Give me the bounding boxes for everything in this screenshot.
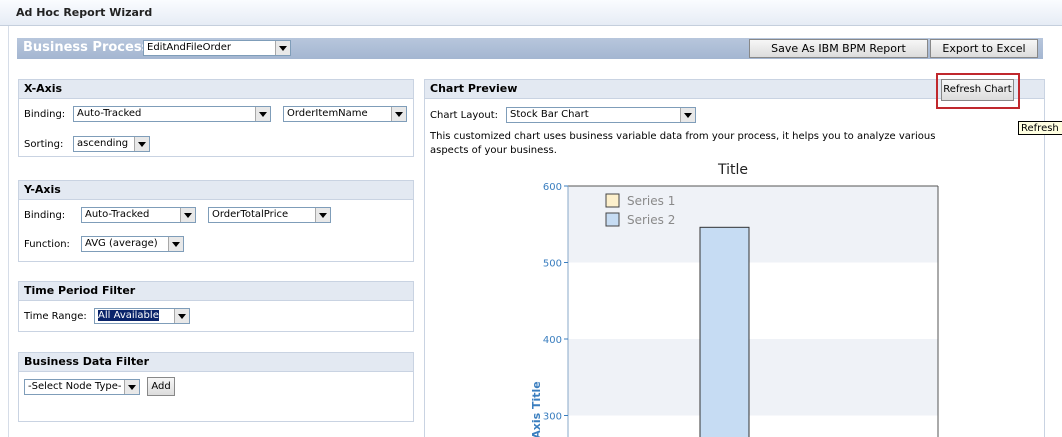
time-range-value: All Available — [98, 310, 159, 321]
export-to-excel-button[interactable]: Export to Excel — [930, 39, 1038, 58]
business-process-select[interactable]: EditAndFileOrder — [143, 40, 291, 56]
chart-description-line1: This customized chart uses business vari… — [430, 131, 936, 142]
chart-legend-swatch — [605, 193, 620, 208]
chart-grid-band — [568, 339, 938, 416]
chart-y-tick-label: 500 — [543, 259, 562, 270]
window-title: Ad Hoc Report Wizard — [16, 6, 153, 19]
add-filter-button[interactable]: Add — [147, 377, 175, 396]
time-range-select[interactable]: All Available — [94, 308, 190, 324]
chevron-down-icon[interactable] — [168, 237, 183, 251]
chart-y-tick-label: 600 — [543, 182, 562, 193]
window-titlebar: Ad Hoc Report Wizard — [0, 0, 1062, 26]
time-range-label: Time Range: — [24, 311, 87, 322]
chevron-down-icon[interactable] — [275, 41, 290, 55]
chart-bar — [699, 226, 750, 437]
chevron-down-icon[interactable] — [124, 380, 139, 394]
chart-y-tick-label: 300 — [543, 412, 562, 423]
x-sorting-label: Sorting: — [24, 139, 64, 150]
chart-y-tick-label: 400 — [543, 335, 562, 346]
y-function-select[interactable]: AVG (average) — [81, 236, 184, 252]
save-as-report-button[interactable]: Save As IBM BPM Report — [749, 39, 928, 58]
x-sorting-select[interactable]: ascending — [73, 136, 150, 152]
chart-title: Title — [717, 162, 748, 178]
x-binding-label: Binding: — [24, 109, 66, 120]
chevron-down-icon[interactable] — [680, 108, 695, 122]
chart-layout-select[interactable]: Stock Bar Chart — [506, 107, 696, 123]
business-data-filter-header: Business Data Filter — [19, 353, 413, 372]
y-binding-label: Binding: — [24, 210, 66, 221]
x-field-value: OrderItemName — [287, 108, 368, 119]
x-sorting-value: ascending — [77, 138, 129, 149]
x-field-select[interactable]: OrderItemName — [283, 106, 407, 122]
y-field-value: OrderTotalPrice — [212, 209, 289, 220]
chart-layout-value: Stock Bar Chart — [510, 109, 589, 120]
chart-layout-label: Chart Layout: — [430, 110, 499, 121]
chevron-down-icon[interactable] — [255, 107, 270, 121]
chevron-down-icon[interactable] — [391, 107, 406, 121]
chart-legend-label: Series 2 — [627, 213, 675, 227]
y-function-value: AVG (average) — [85, 238, 158, 249]
x-axis-header: X-Axis — [19, 80, 413, 99]
ad-hoc-report-window: Ad Hoc Report Wizard Business Process Ed… — [0, 0, 1062, 437]
y-binding-select[interactable]: Auto-Tracked — [81, 207, 196, 223]
y-binding-value: Auto-Tracked — [85, 209, 150, 220]
x-binding-value: Auto-Tracked — [77, 108, 142, 119]
chart-legend-label: Series 1 — [627, 194, 675, 208]
chart-description-line2: aspects of your business. — [430, 145, 557, 156]
time-period-header: Time Period Filter — [19, 282, 413, 301]
refresh-highlight-frame — [936, 73, 1020, 109]
y-function-label: Function: — [24, 239, 70, 250]
chevron-down-icon[interactable] — [315, 208, 330, 222]
chevron-down-icon[interactable] — [134, 137, 149, 151]
chart-grid-band — [568, 186, 938, 263]
chart-preview-svg: 600 500 400 300 Title Axis Title Series 1 Serie… — [530, 162, 939, 437]
refresh-tooltip: Refresh — [1018, 121, 1062, 135]
business-process-value: EditAndFileOrder — [147, 42, 232, 53]
time-period-panel: Time Period Filter — [18, 281, 414, 332]
chart-legend-swatch — [605, 212, 620, 227]
chevron-down-icon[interactable] — [174, 309, 189, 323]
y-field-select[interactable]: OrderTotalPrice — [208, 207, 331, 223]
chevron-down-icon[interactable] — [180, 208, 195, 222]
x-binding-select[interactable]: Auto-Tracked — [73, 106, 271, 122]
node-type-select[interactable]: -Select Node Type- — [24, 379, 140, 395]
chart-y-axis-title: Axis Title — [530, 381, 543, 437]
node-type-value: -Select Node Type- — [28, 381, 122, 392]
y-axis-header: Y-Axis — [19, 181, 413, 200]
business-process-label: Business Process — [23, 40, 150, 55]
